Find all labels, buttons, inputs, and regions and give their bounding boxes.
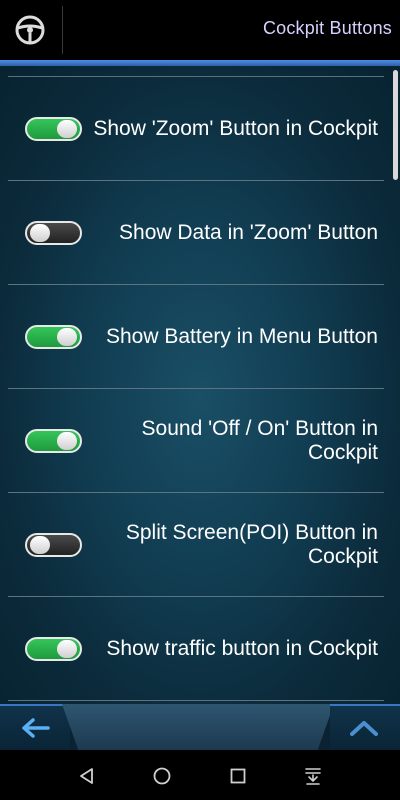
setting-label: Show traffic button in Cockpit [106, 636, 378, 660]
recents-square-icon[interactable] [228, 766, 248, 786]
setting-label: Split Screen(POI) Button in Cockpit [125, 520, 378, 568]
bottom-bar [0, 704, 400, 750]
toggle-knob [57, 639, 77, 658]
toggle-switch[interactable] [25, 428, 82, 453]
toggle-knob [57, 119, 77, 138]
back-triangle-icon[interactable] [77, 766, 97, 786]
chevron-up-icon[interactable] [350, 720, 378, 736]
center-panel [62, 704, 334, 750]
setting-label: Sound 'Off / On' Button in Cockpit [141, 416, 378, 464]
page-title: Cockpit Buttons [262, 18, 392, 38]
notifications-pull-icon[interactable] [303, 766, 323, 786]
toggle-knob [30, 535, 50, 554]
setting-label: Show 'Zoom' Button in Cockpit [93, 116, 378, 140]
setting-row-split-screen[interactable]: Split Screen(POI) Button in Cockpit [8, 493, 384, 597]
setting-label: Show Data in 'Zoom' Button [119, 220, 378, 244]
setting-row-show-zoom-button[interactable]: Show 'Zoom' Button in Cockpit [8, 77, 384, 181]
settings-list[interactable]: Show 'Zoom' Button in Cockpit Show Data … [0, 66, 400, 704]
header-divider [62, 6, 63, 54]
home-circle-icon[interactable] [152, 766, 172, 786]
toggle-knob [57, 431, 77, 450]
setting-row-show-traffic[interactable]: Show traffic button in Cockpit [8, 597, 384, 701]
app-header: Cockpit Buttons [0, 0, 400, 60]
scrollbar-thumb[interactable] [393, 70, 398, 180]
steering-wheel-icon[interactable] [14, 14, 46, 46]
toggle-knob [30, 223, 50, 242]
toggle-switch[interactable] [25, 636, 82, 661]
toggle-switch[interactable] [25, 116, 82, 141]
toggle-switch[interactable] [25, 532, 82, 557]
toggle-switch[interactable] [25, 324, 82, 349]
toggle-knob [57, 327, 77, 346]
setting-row-sound-button[interactable]: Sound 'Off / On' Button in Cockpit [8, 389, 384, 493]
toggle-switch[interactable] [25, 220, 82, 245]
setting-label: Show Battery in Menu Button [106, 324, 378, 348]
system-nav-bar [0, 750, 400, 800]
back-arrow-icon[interactable] [20, 717, 50, 739]
setting-row-show-battery[interactable]: Show Battery in Menu Button [8, 285, 384, 389]
setting-row-show-data-in-zoom[interactable]: Show Data in 'Zoom' Button [8, 181, 384, 285]
